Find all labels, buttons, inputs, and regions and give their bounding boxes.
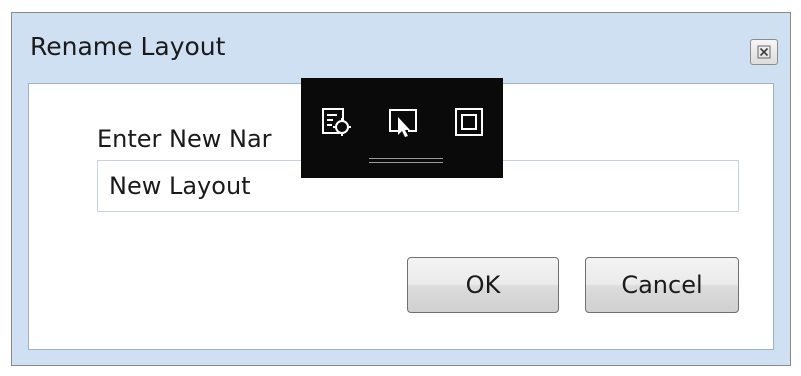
cancel-button[interactable]: Cancel bbox=[585, 257, 739, 313]
layout-adorner-icon[interactable] bbox=[449, 102, 489, 142]
dialog-title: Rename Layout bbox=[30, 32, 226, 61]
close-icon bbox=[757, 45, 771, 59]
debug-overlay-toolbar bbox=[301, 78, 503, 178]
select-element-icon[interactable] bbox=[317, 102, 357, 142]
ok-button[interactable]: OK bbox=[407, 257, 559, 313]
pointer-select-icon[interactable] bbox=[383, 102, 423, 142]
title-bar[interactable]: Rename Layout bbox=[12, 13, 790, 81]
close-button[interactable] bbox=[750, 39, 778, 65]
toolbar-drag-handle[interactable] bbox=[369, 158, 443, 164]
new-name-label: Enter New Nar bbox=[97, 125, 272, 153]
